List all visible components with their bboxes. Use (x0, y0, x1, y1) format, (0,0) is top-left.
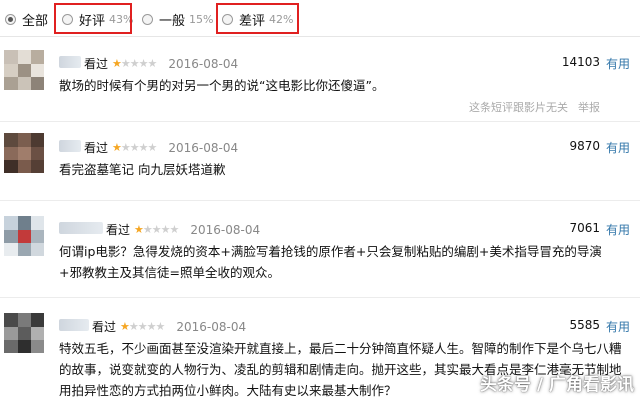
review-date: 2016-08-04 (190, 222, 261, 237)
divider (0, 200, 640, 201)
radio-icon[interactable] (142, 13, 153, 25)
username-blurred[interactable] (59, 56, 81, 68)
star-rating: ★★★★★ (134, 223, 179, 236)
useful-button[interactable]: 有用 (606, 318, 630, 335)
unrelated-link[interactable]: 这条短评跟影片无关 (469, 101, 568, 114)
review-date: 2016-08-04 (168, 56, 239, 71)
watermark: 头条号 / 广角看影讯 (479, 375, 634, 395)
vote-count: 5585 (569, 318, 600, 332)
filter-all[interactable]: 全部 (5, 9, 48, 29)
seen-label: 看过 (84, 57, 109, 71)
useful-button[interactable]: 有用 (606, 55, 630, 72)
avatar[interactable] (4, 133, 44, 173)
review-meta: 看过 ★★★★★ 2016-08-04 (92, 318, 246, 335)
highlight-box-negative (216, 3, 299, 34)
username-blurred[interactable] (59, 222, 103, 234)
avatar[interactable] (4, 216, 44, 256)
review-meta: 看过 ★★★★★ 2016-08-04 (106, 221, 260, 238)
radio-checked-icon[interactable] (5, 13, 16, 25)
review-meta: 看过 ★★★★★ 2016-08-04 (84, 55, 238, 72)
seen-label: 看过 (92, 320, 117, 334)
filter-neutral-percent: 15% (189, 12, 214, 26)
star-rating: ★★★★★ (120, 320, 165, 333)
report-link[interactable]: 举报 (578, 101, 600, 114)
divider (0, 121, 640, 122)
vote-count: 9870 (569, 139, 600, 153)
review-date: 2016-08-04 (168, 140, 239, 155)
review-text: 何谓ip电影？急得发烧的资本+满脸写着抢钱的原作者+只会复制粘贴的编剧+美术指导… (59, 244, 602, 280)
avatar[interactable] (4, 50, 44, 90)
vote-count: 14103 (561, 55, 600, 69)
divider (0, 297, 640, 298)
review-text: 看完盗墓笔记 向九层妖塔道歉 (59, 162, 226, 177)
useful-button[interactable]: 有用 (606, 139, 630, 156)
highlight-box-positive (54, 3, 132, 34)
rating-filter-bar: 全部 好评 43% 一般 15% 差评 42% (0, 0, 640, 37)
username-blurred[interactable] (59, 319, 89, 331)
review-date: 2016-08-04 (176, 319, 247, 334)
review-actions: 这条短评跟影片无关 举报 (459, 99, 600, 115)
review-meta: 看过 ★★★★★ 2016-08-04 (84, 139, 238, 156)
filter-neutral-label: 一般 (159, 13, 186, 29)
useful-button[interactable]: 有用 (606, 221, 630, 238)
vote-count: 7061 (569, 221, 600, 235)
filter-neutral[interactable]: 一般 15% (142, 9, 213, 29)
filter-all-label: 全部 (22, 13, 49, 29)
seen-label: 看过 (106, 223, 131, 237)
star-rating: ★★★★★ (112, 141, 157, 154)
star-rating: ★★★★★ (112, 57, 157, 70)
seen-label: 看过 (84, 141, 109, 155)
avatar[interactable] (4, 313, 44, 353)
review-text: 散场的时候有个男的对另一个男的说“这电影比你还傻逼”。 (59, 78, 385, 93)
username-blurred[interactable] (59, 140, 81, 152)
